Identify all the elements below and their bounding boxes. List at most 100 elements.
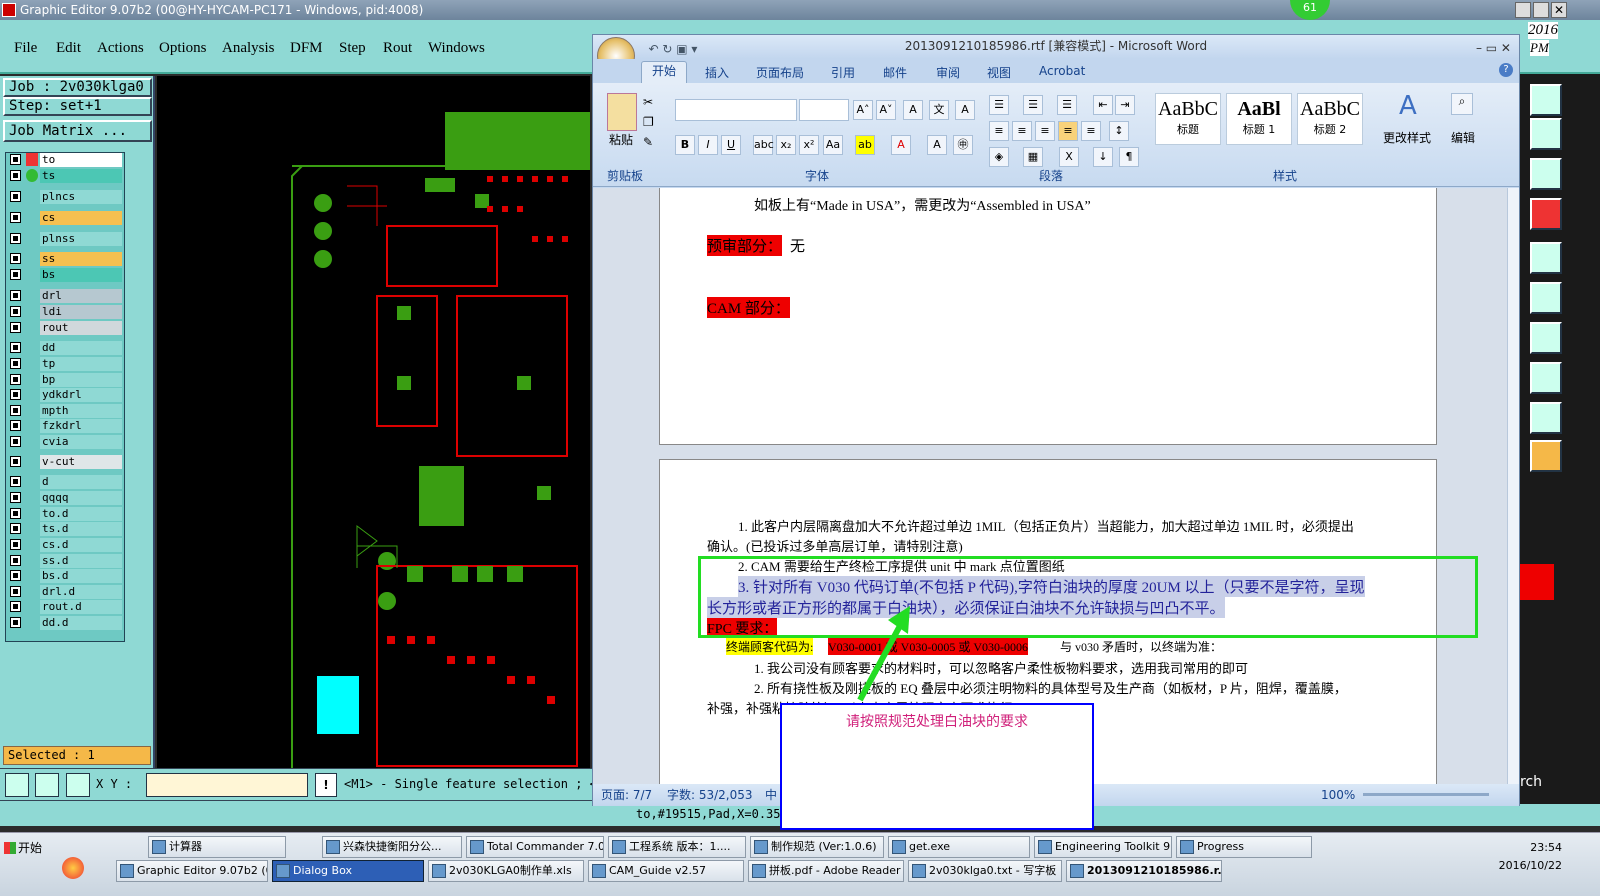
layer-checkbox[interactable] bbox=[10, 269, 21, 280]
layer-checkbox[interactable] bbox=[10, 523, 21, 534]
pcb-canvas[interactable] bbox=[157, 76, 590, 768]
layer-checkbox[interactable] bbox=[10, 476, 21, 487]
superscript-button[interactable]: x² bbox=[799, 135, 819, 155]
task-wordpad[interactable]: 2v030klga0.txt - 写字板 bbox=[908, 860, 1062, 882]
style-normal[interactable]: AaBbC 标题 bbox=[1155, 93, 1221, 145]
drill-icon[interactable] bbox=[1530, 198, 1562, 230]
layer-checkbox[interactable] bbox=[10, 389, 21, 400]
layer-checkbox[interactable] bbox=[10, 170, 21, 181]
layer-row[interactable]: cs bbox=[8, 211, 124, 225]
app-launcher-icon[interactable] bbox=[62, 857, 84, 879]
font-size-select[interactable] bbox=[799, 99, 849, 121]
copy-icon[interactable]: ❐ bbox=[643, 115, 654, 129]
bold-button[interactable]: B bbox=[675, 135, 695, 155]
highlight-icon[interactable]: ab bbox=[855, 135, 875, 155]
layer-row[interactable]: d bbox=[8, 475, 124, 489]
zoom-icon[interactable] bbox=[5, 773, 29, 797]
char-shading-icon[interactable]: A bbox=[927, 135, 947, 155]
layer-row[interactable]: ts bbox=[8, 169, 124, 183]
help-icon[interactable]: ? bbox=[1499, 63, 1513, 77]
layer-checkbox[interactable] bbox=[10, 358, 21, 369]
layer-checkbox[interactable] bbox=[10, 586, 21, 597]
maximize-button[interactable] bbox=[1533, 2, 1549, 18]
paste-icon[interactable] bbox=[607, 93, 637, 131]
menu-edit[interactable]: Edit bbox=[56, 40, 81, 57]
task-total-commander[interactable]: Total Commander 7.0... bbox=[466, 836, 604, 858]
layers-icon[interactable] bbox=[1530, 362, 1562, 394]
minimize-button[interactable] bbox=[1515, 2, 1531, 18]
menu-windows[interactable]: Windows bbox=[428, 40, 485, 57]
tab-acrobat[interactable]: Acrobat bbox=[1039, 64, 1085, 78]
page-indicator[interactable]: 页面: 7/7 bbox=[601, 784, 652, 806]
help-icon[interactable] bbox=[1530, 158, 1562, 190]
layer-row[interactable]: ydkdrl bbox=[8, 388, 124, 402]
alert-icon[interactable]: ! bbox=[315, 773, 337, 797]
find-icon[interactable]: ⌕ bbox=[1451, 93, 1473, 115]
route-icon[interactable] bbox=[1530, 118, 1562, 150]
tab-mailings[interactable]: 邮件 bbox=[883, 64, 907, 81]
phonetic-icon[interactable]: 文 bbox=[929, 100, 949, 120]
task-graphic-editor[interactable]: Graphic Editor 9.07b2 (0... bbox=[116, 860, 268, 882]
job-matrix-button[interactable]: Job Matrix ... bbox=[3, 120, 152, 142]
layer-row[interactable]: ss bbox=[8, 252, 124, 266]
menu-dfm[interactable]: DFM bbox=[290, 40, 323, 57]
underline-button[interactable]: U bbox=[721, 135, 741, 155]
quick-access-toolbar[interactable]: ↶ ↻ ▣ ▾ bbox=[643, 38, 703, 56]
font-color-icon[interactable]: A bbox=[891, 135, 911, 155]
justify-icon[interactable]: ≡ bbox=[1058, 121, 1078, 141]
layer-checkbox[interactable] bbox=[10, 233, 21, 244]
task-calculator[interactable]: 计算器 bbox=[148, 836, 286, 858]
task-dialog-box[interactable]: Dialog Box bbox=[272, 860, 424, 882]
pad-icon[interactable] bbox=[1530, 242, 1562, 274]
measure-icon[interactable] bbox=[35, 773, 59, 797]
menu-actions[interactable]: Actions bbox=[97, 40, 144, 57]
layer-checkbox[interactable] bbox=[10, 154, 21, 165]
cursor-icon[interactable] bbox=[1530, 440, 1562, 472]
layer-checkbox[interactable] bbox=[10, 436, 21, 447]
layer-row[interactable]: mpth bbox=[8, 404, 124, 418]
layer-checkbox[interactable] bbox=[10, 290, 21, 301]
layer-row[interactable]: bs bbox=[8, 268, 124, 282]
language[interactable]: 中 bbox=[765, 784, 777, 806]
tab-references[interactable]: 引用 bbox=[831, 64, 855, 81]
layer-checkbox[interactable] bbox=[10, 306, 21, 317]
tab-review[interactable]: 审阅 bbox=[936, 64, 960, 81]
align-center-icon[interactable]: ≡ bbox=[1012, 121, 1032, 141]
grid-icon[interactable] bbox=[66, 773, 90, 797]
layer-row[interactable]: drl bbox=[8, 289, 124, 303]
italic-button[interactable]: I bbox=[698, 135, 718, 155]
layer-row[interactable]: v-cut bbox=[8, 455, 124, 469]
cut-icon[interactable]: ✂ bbox=[643, 95, 653, 109]
xy-input[interactable] bbox=[146, 773, 308, 797]
change-styles-label[interactable]: 更改样式 bbox=[1383, 129, 1431, 146]
layer-row[interactable]: to.d bbox=[8, 507, 124, 521]
align-right-icon[interactable]: ≡ bbox=[1035, 121, 1055, 141]
clear-format-icon[interactable]: A bbox=[903, 100, 923, 120]
task-progress[interactable]: Progress bbox=[1176, 836, 1312, 858]
chinese-layout-icon[interactable]: X bbox=[1059, 147, 1079, 167]
font-name-select[interactable] bbox=[675, 99, 797, 121]
layer-checkbox[interactable] bbox=[10, 555, 21, 566]
grow-font-icon[interactable]: A˄ bbox=[853, 100, 873, 120]
style-heading-1[interactable]: AaBl 标题 1 bbox=[1226, 93, 1292, 145]
layer-row[interactable]: plnss bbox=[8, 232, 124, 246]
menu-step[interactable]: Step bbox=[339, 40, 366, 57]
layer-checkbox[interactable] bbox=[10, 342, 21, 353]
layer-checkbox[interactable] bbox=[10, 539, 21, 550]
shrink-font-icon[interactable]: A˅ bbox=[876, 100, 896, 120]
increase-indent-icon[interactable]: ⇥ bbox=[1115, 95, 1135, 115]
shading-icon[interactable]: ◈ bbox=[989, 147, 1009, 167]
task-spec[interactable]: 制作规范 (Ver:1.0.6) bbox=[750, 836, 884, 858]
change-styles-icon[interactable]: A bbox=[1399, 91, 1417, 121]
layer-checkbox[interactable] bbox=[10, 253, 21, 264]
layer-row[interactable]: to bbox=[8, 153, 124, 167]
layer-checkbox[interactable] bbox=[10, 601, 21, 612]
bullets-icon[interactable]: ☰ bbox=[989, 95, 1009, 115]
layer-checkbox[interactable] bbox=[10, 617, 21, 628]
tab-home[interactable]: 开始 bbox=[641, 61, 688, 83]
layer-row[interactable]: bp bbox=[8, 373, 124, 387]
layer-checkbox[interactable] bbox=[10, 420, 21, 431]
menu-options[interactable]: Options bbox=[159, 40, 207, 57]
layer-row[interactable]: bs.d bbox=[8, 569, 124, 583]
layer-checkbox[interactable] bbox=[10, 456, 21, 467]
